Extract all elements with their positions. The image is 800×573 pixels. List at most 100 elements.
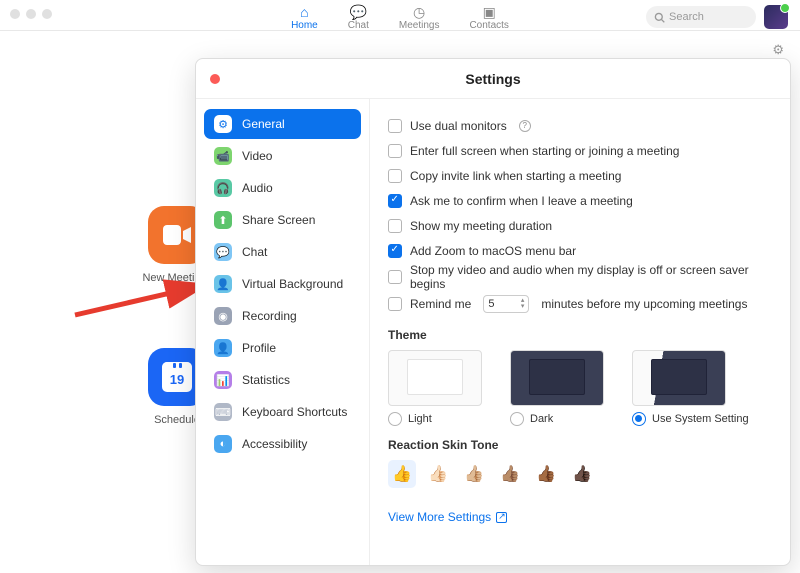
sidebar-item-chat[interactable]: 💬 Chat [204, 237, 361, 267]
remind-prefix: Remind me [410, 297, 471, 311]
sidebar-icon: ⚙ [214, 115, 232, 133]
search-icon [654, 12, 665, 23]
skin-tone-option[interactable]: 👍🏿 [568, 460, 596, 488]
header-divider [0, 30, 800, 31]
sidebar-label: Virtual Background [242, 277, 343, 291]
sidebar-label: Chat [242, 245, 267, 259]
sidebar-item-profile[interactable]: 👤 Profile [204, 333, 361, 363]
remind-minutes-input[interactable]: 5 ▴▾ [483, 295, 529, 313]
settings-gear-icon[interactable]: ⚙ [772, 42, 784, 58]
radio[interactable] [632, 412, 646, 426]
option-row[interactable]: Ask me to confirm when I leave a meeting [388, 188, 772, 213]
checkbox[interactable] [388, 297, 402, 311]
sidebar-icon: ⌨ [214, 403, 232, 421]
skin-tone-option[interactable]: 👍 [388, 460, 416, 488]
tile-label: Schedule [154, 414, 200, 426]
sidebar-label: Statistics [242, 373, 290, 387]
nav-home[interactable]: ⌂Home [291, 4, 318, 31]
chat-icon: 💬 [350, 4, 367, 20]
remind-suffix: minutes before my upcoming meetings [541, 297, 747, 311]
radio[interactable] [510, 412, 524, 426]
skin-tone-option[interactable]: 👍🏽 [496, 460, 524, 488]
option-row[interactable]: Add Zoom to macOS menu bar [388, 238, 772, 263]
sidebar-icon: ◐ [214, 435, 232, 453]
sidebar-icon: 🎧 [214, 179, 232, 197]
sidebar-label: Video [242, 149, 272, 163]
sidebar-icon: 👤 [214, 339, 232, 357]
option-row[interactable]: Show my meeting duration [388, 213, 772, 238]
traffic-min[interactable] [26, 9, 36, 19]
sidebar-item-keyboard-shortcuts[interactable]: ⌨Keyboard Shortcuts [204, 397, 361, 427]
theme-option-light[interactable]: Light [388, 350, 482, 426]
sidebar-item-video[interactable]: 📹 Video [204, 141, 361, 171]
theme-thumb [510, 350, 604, 406]
theme-heading: Theme [388, 328, 772, 342]
theme-label: Use System Setting [652, 413, 749, 425]
skin-heading: Reaction Skin Tone [388, 438, 772, 452]
sidebar-item-audio[interactable]: 🎧 Audio [204, 173, 361, 203]
theme-label: Dark [530, 413, 553, 425]
nav-meetings[interactable]: ◷Meetings [399, 4, 440, 31]
clock-icon: ◷ [413, 4, 425, 20]
sidebar-label: Profile [242, 341, 276, 355]
avatar[interactable] [764, 5, 788, 29]
home-icon: ⌂ [300, 4, 308, 20]
settings-header: Settings [196, 59, 790, 99]
contacts-icon: ▣ [483, 4, 496, 20]
sidebar-icon: 📊 [214, 371, 232, 389]
option-row[interactable]: Stop my video and audio when my display … [388, 263, 772, 291]
sidebar-item-statistics[interactable]: 📊 Statistics [204, 365, 361, 395]
settings-sidebar: ⚙General📹Video🎧Audio⬆Share Screen💬Chat👤V… [196, 99, 370, 565]
option-row[interactable]: Use dual monitors? [388, 113, 772, 138]
traffic-max[interactable] [42, 9, 52, 19]
skin-tone-option[interactable]: 👍🏼 [460, 460, 488, 488]
radio[interactable] [388, 412, 402, 426]
sidebar-icon: 📹 [214, 147, 232, 165]
skin-tones: 👍 👍🏻 👍🏼 👍🏽 👍🏾 👍🏿 [388, 460, 772, 488]
sidebar-item-accessibility[interactable]: ◐ Accessibility [204, 429, 361, 459]
theme-thumb [388, 350, 482, 406]
sidebar-icon: 💬 [214, 243, 232, 261]
theme-thumb [632, 350, 726, 406]
theme-options: Light Dark Use System Setting [388, 350, 772, 426]
theme-option-dark[interactable]: Dark [510, 350, 604, 426]
nav-contacts[interactable]: ▣Contacts [469, 4, 508, 31]
traffic-close[interactable] [10, 9, 20, 19]
checkbox[interactable] [388, 219, 402, 233]
external-link-icon [496, 512, 507, 523]
sidebar-label: Recording [242, 309, 297, 323]
sidebar-item-virtual-background[interactable]: 👤Virtual Background [204, 269, 361, 299]
option-label: Enter full screen when starting or joini… [410, 144, 679, 158]
checkbox[interactable] [388, 194, 402, 208]
nav-chat[interactable]: 💬Chat [348, 4, 369, 31]
option-row[interactable]: Enter full screen when starting or joini… [388, 138, 772, 163]
option-row[interactable]: Copy invite link when starting a meeting [388, 163, 772, 188]
skin-tone-option[interactable]: 👍🏻 [424, 460, 452, 488]
sidebar-label: Accessibility [242, 437, 307, 451]
sidebar-icon: ⬆ [214, 211, 232, 229]
checkbox[interactable] [388, 144, 402, 158]
sidebar-label: Share Screen [242, 213, 315, 227]
view-more-link[interactable]: View More Settings [388, 510, 507, 524]
search-input[interactable]: Search [646, 6, 756, 28]
settings-window: Settings ⚙General 📹 Video 🎧 Audio ⬆ Share Scre… [195, 58, 791, 566]
sidebar-item-share-screen[interactable]: ⬆ Share Screen [204, 205, 361, 235]
checkbox[interactable] [388, 119, 402, 133]
top-nav: ⌂Home 💬Chat ◷Meetings ▣Contacts [291, 4, 509, 31]
skin-tone-option[interactable]: 👍🏾 [532, 460, 560, 488]
search-placeholder: Search [669, 11, 704, 23]
close-icon[interactable] [210, 74, 220, 84]
checkbox[interactable] [388, 244, 402, 258]
option-label: Use dual monitors [410, 119, 507, 133]
theme-option-sys[interactable]: Use System Setting [632, 350, 749, 426]
option-remind[interactable]: Remind me 5 ▴▾ minutes before my upcomin… [388, 291, 772, 316]
sidebar-icon: ◉ [214, 307, 232, 325]
sidebar-label: Audio [242, 181, 273, 195]
sidebar-item-recording[interactable]: ◉ Recording [204, 301, 361, 331]
theme-label: Light [408, 413, 432, 425]
sidebar-item-general[interactable]: ⚙General [204, 109, 361, 139]
checkbox[interactable] [388, 270, 402, 284]
stepper-icon[interactable]: ▴▾ [521, 298, 525, 310]
help-icon[interactable]: ? [519, 120, 531, 132]
checkbox[interactable] [388, 169, 402, 183]
